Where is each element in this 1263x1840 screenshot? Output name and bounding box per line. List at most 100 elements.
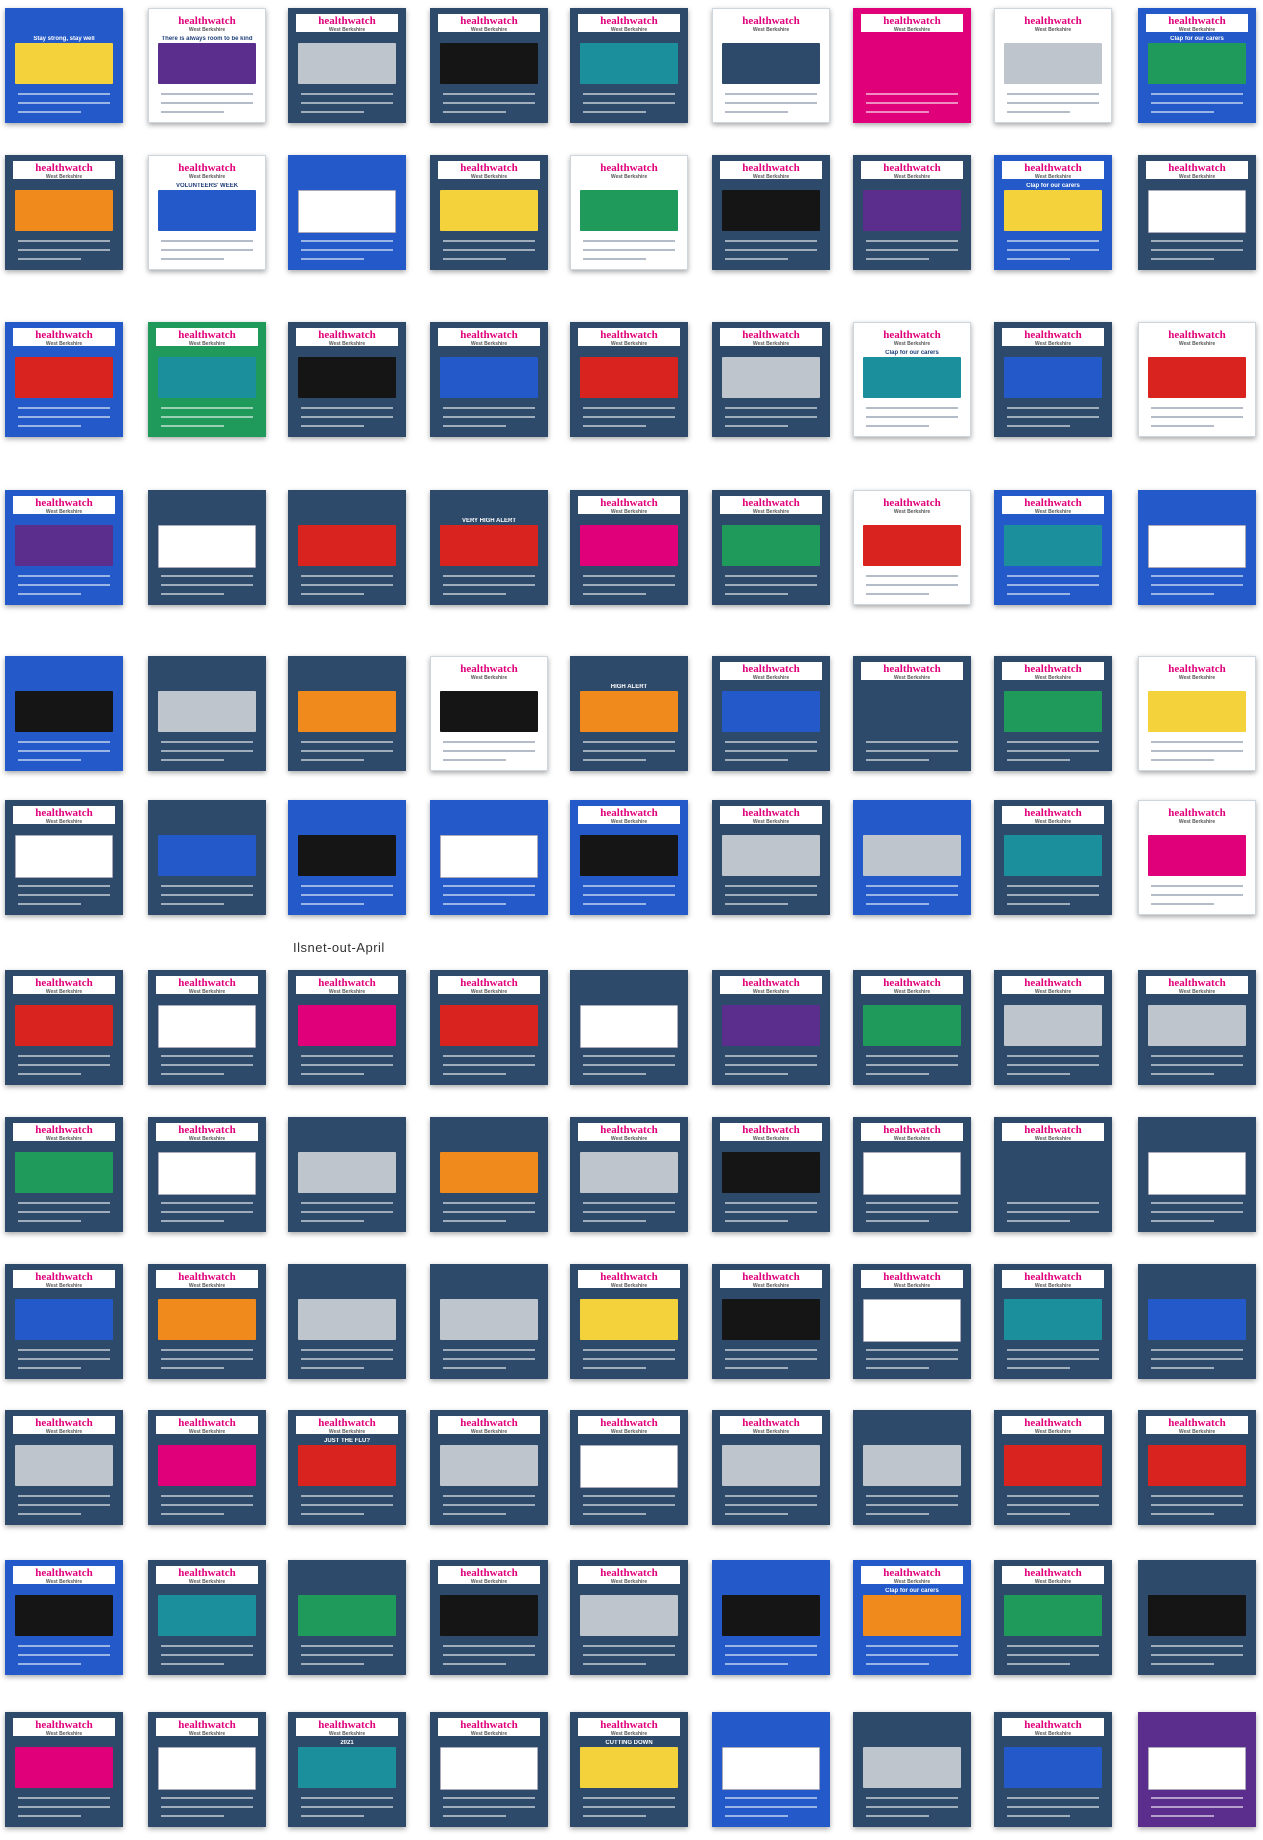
newsletter-thumbnail[interactable]: healthwatch West Berkshire [853, 970, 971, 1085]
newsletter-thumbnail[interactable] [288, 656, 406, 771]
newsletter-thumbnail[interactable] [1138, 1712, 1256, 1827]
newsletter-thumbnail[interactable]: healthwatch West Berkshire [1138, 322, 1256, 437]
newsletter-thumbnail[interactable]: healthwatch West Berkshire [570, 1117, 688, 1232]
newsletter-thumbnail[interactable]: healthwatch West Berkshire [5, 1712, 123, 1827]
newsletter-thumbnail[interactable]: healthwatch West Berkshire [5, 322, 123, 437]
newsletter-thumbnail[interactable]: healthwatch West Berkshire [994, 322, 1112, 437]
newsletter-thumbnail[interactable]: healthwatch West Berkshire [853, 490, 971, 605]
newsletter-thumbnail[interactable]: healthwatch West Berkshire [148, 970, 266, 1085]
newsletter-thumbnail[interactable]: healthwatch West Berkshire [148, 1264, 266, 1379]
newsletter-thumbnail[interactable] [1138, 490, 1256, 605]
newsletter-thumbnail[interactable]: healthwatch West Berkshire [570, 155, 688, 270]
newsletter-thumbnail[interactable]: healthwatch West Berkshire [430, 1712, 548, 1827]
newsletter-thumbnail[interactable]: healthwatch West Berkshire [5, 800, 123, 915]
newsletter-thumbnail[interactable]: healthwatch West Berkshire [148, 1117, 266, 1232]
newsletter-thumbnail[interactable]: healthwatch West Berkshire [712, 656, 830, 771]
newsletter-thumbnail[interactable] [148, 656, 266, 771]
newsletter-thumbnail[interactable]: healthwatch West Berkshire [853, 155, 971, 270]
newsletter-thumbnail[interactable]: healthwatch West Berkshire [994, 970, 1112, 1085]
newsletter-thumbnail[interactable]: healthwatch West Berkshire [148, 1712, 266, 1827]
newsletter-thumbnail[interactable]: healthwatch West Berkshire [288, 970, 406, 1085]
newsletter-thumbnail[interactable] [1138, 1117, 1256, 1232]
newsletter-thumbnail[interactable] [288, 1117, 406, 1232]
newsletter-thumbnail[interactable]: healthwatch West Berkshire [148, 1410, 266, 1525]
newsletter-thumbnail[interactable]: healthwatch West Berkshire [570, 1410, 688, 1525]
newsletter-thumbnail[interactable]: healthwatch West Berkshire [712, 490, 830, 605]
newsletter-thumbnail[interactable]: healthwatch West Berkshire [853, 8, 971, 123]
newsletter-thumbnail[interactable]: healthwatch West Berkshire [148, 1560, 266, 1675]
newsletter-thumbnail[interactable]: healthwatch West Berkshire [712, 1410, 830, 1525]
newsletter-thumbnail[interactable]: healthwatch West Berkshire [5, 1560, 123, 1675]
newsletter-thumbnail[interactable]: healthwatch West Berkshire JUST THE FLU? [288, 1410, 406, 1525]
newsletter-thumbnail[interactable] [288, 490, 406, 605]
newsletter-thumbnail[interactable]: healthwatch West Berkshire [430, 8, 548, 123]
newsletter-thumbnail[interactable]: healthwatch West Berkshire CUTTING DOWN [570, 1712, 688, 1827]
newsletter-thumbnail[interactable]: healthwatch West Berkshire [430, 970, 548, 1085]
newsletter-thumbnail[interactable]: healthwatch West Berkshire [994, 1117, 1112, 1232]
newsletter-thumbnail[interactable]: healthwatch West Berkshire [994, 1560, 1112, 1675]
newsletter-thumbnail[interactable]: healthwatch West Berkshire 2021 [288, 1712, 406, 1827]
newsletter-thumbnail[interactable]: healthwatch West Berkshire [148, 322, 266, 437]
newsletter-thumbnail[interactable]: Stay strong, stay well [5, 8, 123, 123]
newsletter-thumbnail[interactable]: healthwatch West Berkshire [430, 1560, 548, 1675]
newsletter-thumbnail[interactable]: healthwatch West Berkshire [5, 1410, 123, 1525]
newsletter-thumbnail[interactable]: healthwatch West Berkshire [853, 1264, 971, 1379]
newsletter-thumbnail[interactable] [1138, 1264, 1256, 1379]
newsletter-thumbnail[interactable] [288, 1264, 406, 1379]
newsletter-thumbnail[interactable]: healthwatch West Berkshire [712, 322, 830, 437]
newsletter-thumbnail[interactable]: healthwatch West Berkshire [5, 490, 123, 605]
newsletter-thumbnail[interactable]: healthwatch West Berkshire [712, 8, 830, 123]
newsletter-thumbnail[interactable]: healthwatch West Berkshire Clap for our ca… [853, 1560, 971, 1675]
newsletter-thumbnail[interactable]: healthwatch West Berkshire [570, 322, 688, 437]
newsletter-thumbnail[interactable] [853, 800, 971, 915]
newsletter-thumbnail[interactable]: healthwatch West Berkshire [570, 1560, 688, 1675]
newsletter-thumbnail[interactable]: healthwatch West Berkshire Clap for our ca… [1138, 8, 1256, 123]
newsletter-thumbnail[interactable]: healthwatch West Berkshire [5, 1264, 123, 1379]
newsletter-thumbnail[interactable]: healthwatch West Berkshire [1138, 800, 1256, 915]
newsletter-thumbnail[interactable] [430, 800, 548, 915]
newsletter-thumbnail[interactable]: healthwatch West Berkshire [570, 800, 688, 915]
newsletter-thumbnail[interactable] [853, 1712, 971, 1827]
newsletter-thumbnail[interactable]: HIGH ALERT [570, 656, 688, 771]
newsletter-thumbnail[interactable]: healthwatch West Berkshire [712, 1117, 830, 1232]
newsletter-thumbnail[interactable]: healthwatch West Berkshire [994, 800, 1112, 915]
newsletter-thumbnail[interactable]: healthwatch West Berkshire [5, 155, 123, 270]
newsletter-thumbnail[interactable] [148, 800, 266, 915]
newsletter-thumbnail[interactable]: healthwatch West Berkshire [994, 656, 1112, 771]
newsletter-thumbnail[interactable]: healthwatch West Berkshire [5, 1117, 123, 1232]
newsletter-thumbnail[interactable]: healthwatch West Berkshire [430, 322, 548, 437]
newsletter-thumbnail[interactable] [288, 1560, 406, 1675]
newsletter-thumbnail[interactable] [148, 490, 266, 605]
newsletter-thumbnail[interactable] [712, 1560, 830, 1675]
newsletter-thumbnail[interactable]: healthwatch West Berkshire [288, 8, 406, 123]
newsletter-thumbnail[interactable]: healthwatch West Berkshire [1138, 1410, 1256, 1525]
newsletter-thumbnail[interactable] [288, 800, 406, 915]
newsletter-thumbnail[interactable]: healthwatch West Berkshire [1138, 970, 1256, 1085]
newsletter-thumbnail[interactable]: healthwatch West Berkshire [570, 8, 688, 123]
newsletter-thumbnail[interactable]: healthwatch West Berkshire There is always… [148, 8, 266, 123]
newsletter-thumbnail[interactable]: healthwatch West Berkshire VOLUNTEERS' WEE… [148, 155, 266, 270]
newsletter-thumbnail[interactable]: healthwatch West Berkshire [570, 490, 688, 605]
newsletter-thumbnail[interactable] [430, 1264, 548, 1379]
newsletter-thumbnail[interactable] [5, 656, 123, 771]
newsletter-thumbnail[interactable]: healthwatch West Berkshire [994, 1712, 1112, 1827]
newsletter-thumbnail[interactable]: healthwatch West Berkshire Clap for our ca… [853, 322, 971, 437]
newsletter-thumbnail[interactable]: healthwatch West Berkshire [430, 155, 548, 270]
newsletter-thumbnail[interactable]: healthwatch West Berkshire [712, 970, 830, 1085]
newsletter-thumbnail[interactable] [712, 1712, 830, 1827]
newsletter-thumbnail[interactable]: healthwatch West Berkshire [994, 1264, 1112, 1379]
newsletter-thumbnail[interactable]: healthwatch West Berkshire [994, 490, 1112, 605]
newsletter-thumbnail[interactable]: healthwatch West Berkshire Clap for our ca… [994, 155, 1112, 270]
newsletter-thumbnail[interactable]: healthwatch West Berkshire [570, 1264, 688, 1379]
newsletter-thumbnail[interactable]: healthwatch West Berkshire [712, 1264, 830, 1379]
newsletter-thumbnail[interactable]: VERY HIGH ALERT [430, 490, 548, 605]
newsletter-thumbnail[interactable]: healthwatch West Berkshire [994, 1410, 1112, 1525]
newsletter-thumbnail[interactable]: healthwatch West Berkshire [712, 800, 830, 915]
newsletter-thumbnail[interactable]: healthwatch West Berkshire [1138, 656, 1256, 771]
newsletter-thumbnail[interactable]: healthwatch West Berkshire [288, 322, 406, 437]
newsletter-thumbnail[interactable]: healthwatch West Berkshire [712, 155, 830, 270]
newsletter-thumbnail[interactable]: healthwatch West Berkshire [5, 970, 123, 1085]
newsletter-thumbnail[interactable]: healthwatch West Berkshire [994, 8, 1112, 123]
newsletter-thumbnail[interactable]: healthwatch West Berkshire [853, 656, 971, 771]
newsletter-thumbnail[interactable]: healthwatch West Berkshire [430, 1410, 548, 1525]
